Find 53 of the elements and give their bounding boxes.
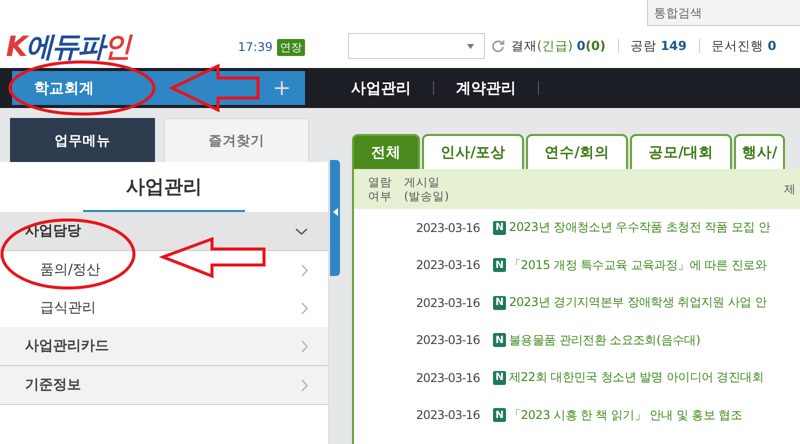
post-title[interactable]: 2023년 장애청소년 우수작품 초청전 작품 모집 안 <box>509 219 770 236</box>
board-tab[interactable]: 행사/ <box>734 134 786 169</box>
chevron-down-icon <box>295 228 308 234</box>
menu-tab[interactable]: 즐겨찾기 <box>164 118 309 162</box>
new-badge: N <box>493 333 506 348</box>
board-tab[interactable]: 공모/대회 <box>630 134 732 169</box>
new-badge: N <box>493 220 506 235</box>
new-badge: N <box>493 296 506 310</box>
post-date: 2023-03-16 <box>416 370 481 385</box>
nav-item[interactable]: 계약관리 <box>456 81 539 95</box>
refresh-icon[interactable] <box>491 39 505 53</box>
post-title[interactable]: 「2023 시흥 한 책 읽기」 안내 및 홍보 협조 <box>509 406 742 424</box>
post-date: 2023-03-16 <box>416 333 481 348</box>
new-badge: N <box>493 370 506 385</box>
menu-item[interactable]: 기준정보 <box>0 366 328 405</box>
logo: K에듀파인 <box>6 29 130 65</box>
collapse-handle[interactable] <box>330 160 340 276</box>
system-name: 학교회계 <box>34 78 94 98</box>
add-icon[interactable]: + <box>272 76 291 100</box>
status-link[interactable]: 결재(긴급) 0(0) <box>511 38 606 54</box>
column-header: 열람 여부 <box>367 175 393 203</box>
board-tab[interactable]: 인사/포상 <box>422 134 524 169</box>
status-link[interactable]: 공람 149 <box>630 38 687 54</box>
menu-tab[interactable]: 업무메뉴 <box>10 118 155 162</box>
post-date: 2023-03-16 <box>416 408 481 422</box>
post-title[interactable]: 불용물품 관리전환 소요조회(음수대) <box>509 332 700 349</box>
post-title[interactable]: 2023년 경기지역본부 장애학생 취업지원 사업 안 <box>509 294 767 312</box>
menu-item[interactable]: 사업담당 <box>0 212 328 251</box>
column-header: 게시일 (발송일) <box>404 175 450 203</box>
extend-button[interactable]: 연장 <box>277 39 305 56</box>
menu-item[interactable]: 사업관리카드 <box>0 327 328 366</box>
nav-item[interactable]: 사업관리 <box>351 81 434 95</box>
post-date: 2023-03-16 <box>416 220 481 235</box>
clock-time: 17:39 <box>238 40 273 54</box>
board-tab[interactable]: 전체 <box>352 134 420 169</box>
status-link[interactable]: 문서진행 0 <box>712 38 776 54</box>
search-field[interactable]: 통합검색 <box>647 0 800 26</box>
post-date: 2023-03-16 <box>416 258 481 272</box>
post-date: 2023-03-16 <box>416 296 481 310</box>
system-menu[interactable]: 학교회계 + <box>12 71 305 105</box>
collapse-arrow-icon <box>333 208 338 216</box>
column-header: 제 <box>784 182 796 196</box>
post-title[interactable]: 「2015 개정 특수교육 교육과정」에 따른 진로와 <box>509 256 767 274</box>
chevron-right-icon <box>301 340 308 352</box>
new-badge: N <box>493 258 506 272</box>
board-tab[interactable]: 연수/회의 <box>526 134 628 169</box>
chevron-right-icon <box>301 264 308 276</box>
chevron-right-icon <box>301 378 308 392</box>
post-title[interactable]: 제22회 대한민국 청소년 발명 아이디어 경진대회 <box>509 369 764 386</box>
dropdown[interactable] <box>348 33 485 59</box>
new-badge: N <box>493 408 506 422</box>
chevron-right-icon <box>301 302 308 314</box>
caret-icon <box>467 44 474 48</box>
